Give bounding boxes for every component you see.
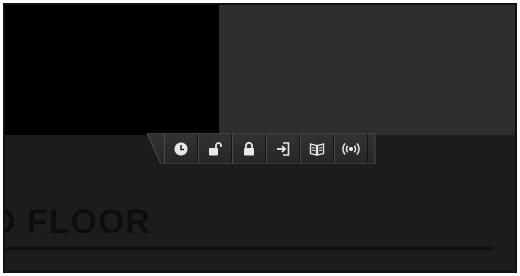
clock-button[interactable] [164, 134, 198, 163]
book-button[interactable] [300, 134, 334, 163]
floor-underline [5, 247, 493, 250]
broadcast-button[interactable] [334, 134, 368, 163]
broadcast-icon [342, 142, 360, 155]
enter-icon [277, 141, 290, 156]
clock-icon [174, 142, 188, 155]
unlock-icon [209, 141, 222, 155]
unlock-button[interactable] [198, 134, 232, 163]
app-window: D FLOOR [3, 3, 517, 273]
enter-button[interactable] [266, 134, 300, 163]
lock-icon [244, 141, 254, 155]
video-panel-left [5, 5, 219, 135]
floor-label: D FLOOR [3, 203, 151, 241]
book-icon [309, 142, 325, 156]
toolbar [145, 133, 376, 164]
video-panel-right [219, 5, 515, 135]
lock-button[interactable] [232, 134, 266, 163]
